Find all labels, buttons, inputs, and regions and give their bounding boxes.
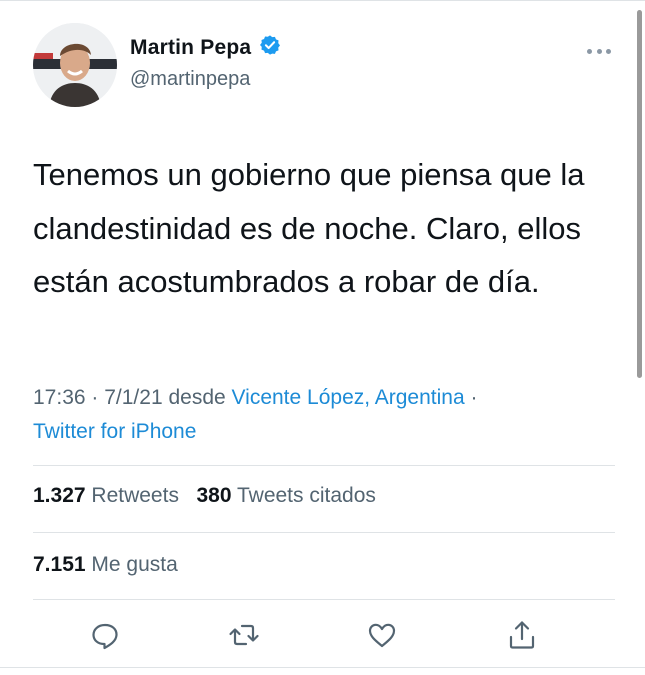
- top-divider: [0, 0, 645, 1]
- retweets-label: Retweets: [91, 484, 179, 507]
- tweet-location-link[interactable]: Vicente López, Argentina: [232, 386, 465, 409]
- likes-count: 7.151: [33, 553, 86, 576]
- quotes-count: 380: [196, 484, 232, 507]
- tweet-actions: [0, 617, 645, 653]
- retweet-stats: 1.327 Retweets 380 Tweets citados: [33, 484, 376, 508]
- tweet-time[interactable]: 17:36: [33, 386, 86, 409]
- tweet-text: Tenemos un gobierno que piensa que la cl…: [33, 157, 585, 299]
- divider: [33, 599, 615, 600]
- likes-label: Me gusta: [91, 553, 178, 576]
- tweet-source-link[interactable]: Twitter for iPhone: [33, 420, 196, 443]
- like-button[interactable]: [364, 617, 400, 653]
- share-button[interactable]: [504, 617, 540, 653]
- desde-label: desde: [168, 386, 226, 409]
- share-icon: [509, 621, 535, 649]
- author-name[interactable]: Martin Pepa: [130, 36, 251, 60]
- author-handle[interactable]: @martinpepa: [130, 68, 281, 91]
- divider: [33, 465, 615, 466]
- retweets-stat[interactable]: 1.327 Retweets: [33, 484, 179, 507]
- author-block[interactable]: Martin Pepa @martinpepa: [130, 34, 281, 91]
- verified-badge-icon: [259, 34, 281, 61]
- avatar[interactable]: [33, 23, 117, 107]
- tweet-meta: 17:36 · 7/1/21 desde Vicente López, Arge…: [33, 386, 478, 443]
- retweet-button[interactable]: [226, 617, 262, 653]
- retweets-count: 1.327: [33, 484, 86, 507]
- likes-stat[interactable]: 7.151 Me gusta: [33, 553, 178, 577]
- retweet-icon: [229, 624, 259, 646]
- tweet-date[interactable]: 7/1/21: [104, 386, 162, 409]
- quotes-label: Tweets citados: [236, 484, 376, 507]
- scrollbar[interactable]: [637, 10, 642, 378]
- divider: [33, 532, 615, 533]
- reply-icon: [92, 623, 118, 650]
- more-options-icon[interactable]: [587, 46, 611, 56]
- quotes-stat[interactable]: 380 Tweets citados: [196, 484, 375, 507]
- bottom-divider: [0, 667, 645, 668]
- reply-button[interactable]: [87, 617, 123, 653]
- like-icon: [368, 623, 396, 648]
